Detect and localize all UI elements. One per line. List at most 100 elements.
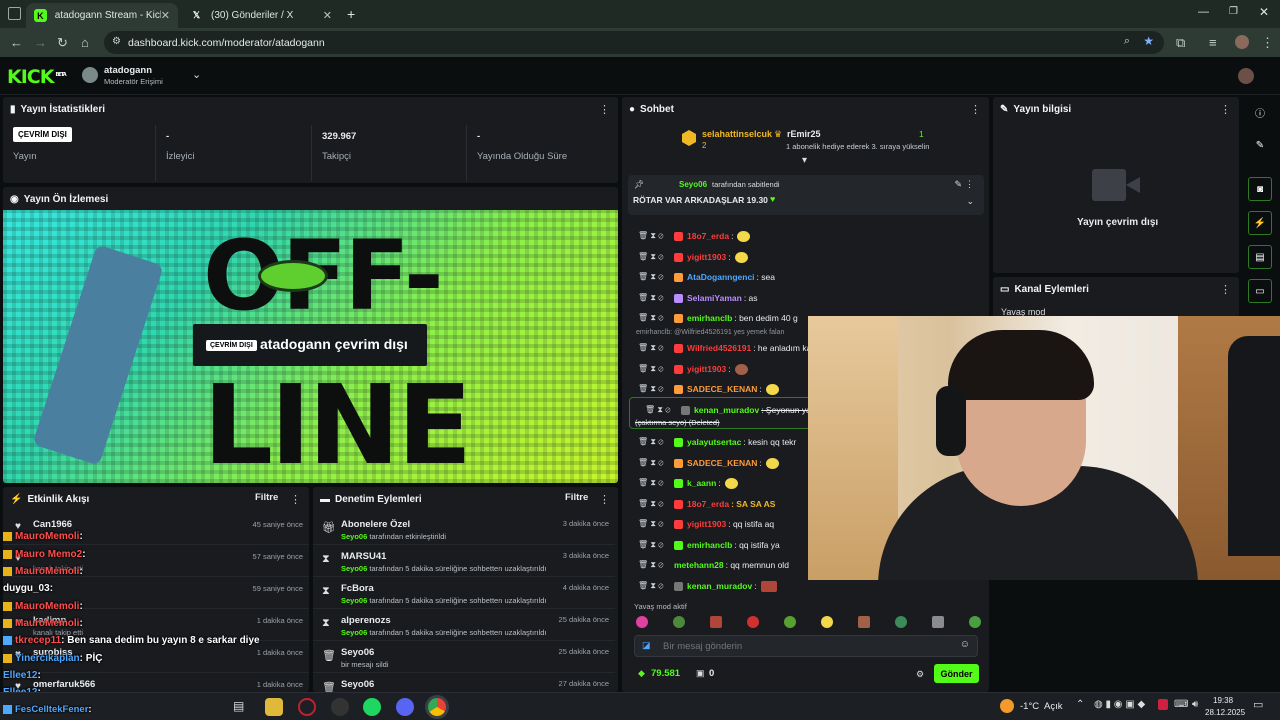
tab-x[interactable]: 𝕏 (30) Gönderiler / X ✕ [182,3,340,28]
mod-tools[interactable]: 🗑︎ ⧗ ⊘ [622,519,674,529]
chat-message[interactable]: 🗑︎ ⧗ ⊘ yigitt1903: [622,247,982,267]
more-options-icon[interactable]: ⋮ [965,179,974,190]
tray-chevron-icon[interactable]: ⌃ [1076,699,1084,710]
more-options-icon[interactable]: ⋮ [1220,283,1231,296]
document-icon[interactable]: ▤ [1248,245,1272,269]
weather-desc[interactable]: Açık [1044,701,1062,712]
task-view-icon[interactable]: ▤ [233,699,251,717]
mod-tools[interactable]: 🗑︎ ⧗ ⊘ [622,458,674,468]
mod-tools[interactable]: 🗑︎ ⧗ ⊘ [629,405,681,415]
chat-message[interactable]: 🗑︎ ⧗ ⊘ 18o7_erda: [622,226,982,246]
tab-list-icon[interactable] [8,7,21,20]
media-icon[interactable]: ≡ [1209,35,1217,50]
reload-icon[interactable]: ↻ [57,35,68,51]
send-button[interactable]: Gönder [934,664,979,683]
more-options-icon[interactable]: ⋮ [970,103,981,116]
mod-tools[interactable]: 🗑︎ ⧗ ⊘ [622,364,674,374]
mod-tools[interactable]: 🗑︎ ⧗ ⊘ [622,384,674,394]
network-icon[interactable]: ⌨ [1174,699,1188,710]
mod-tools[interactable]: 🗑︎ ⧗ ⊘ [622,293,674,303]
chat-input-box[interactable]: ◪ ☺ [634,635,978,657]
restore-icon[interactable]: ❐ [1229,6,1238,17]
mod-tools[interactable]: 🗑︎ ⧗ ⊘ [622,313,674,323]
notification-icon[interactable]: ▭ [1253,698,1263,711]
channel-points[interactable]: 79.581 [651,668,680,679]
settings-gear-icon[interactable]: ⚙ [916,669,924,680]
chevron-down-icon[interactable]: ⌄ [966,196,974,207]
extensions-icon[interactable]: ⧉ [1176,35,1185,51]
clock-time[interactable]: 19:38 [1213,696,1233,705]
app-icon[interactable] [298,698,316,716]
mod-tools[interactable]: 🗑︎ ⧗ ⊘ [622,581,674,591]
mod-tools[interactable]: 🗑︎ ⧗ ⊘ [622,272,674,282]
new-tab-icon[interactable]: + [347,6,355,22]
more-options-icon[interactable]: ⋮ [599,493,610,506]
bookmark-star-icon[interactable]: ★ [1143,34,1154,48]
emote-icon[interactable] [673,616,685,628]
more-options-icon[interactable]: ⋮ [599,103,610,116]
mod-tools[interactable]: 🗑︎ ⧗ ⊘ [622,343,674,353]
emote-icon[interactable] [747,616,759,628]
chevron-down-icon[interactable]: ⌄ [192,68,201,81]
more-options-icon[interactable]: ⋮ [290,493,301,506]
tab-kick-dashboard[interactable]: K atadogann Stream - Kick Dashb ✕ [26,3,178,28]
profile-avatar[interactable] [1235,35,1249,49]
emoji-picker-icon[interactable]: ☺ [960,639,970,650]
mod-tools[interactable]: 🗑︎ ⧗ ⊘ [622,231,674,241]
mod-tools[interactable]: 🗑︎ ⧗ ⊘ [622,252,674,262]
mod-tools[interactable]: 🗑︎ ⧗ ⊘ [622,540,674,550]
home-icon[interactable]: ⌂ [81,35,89,50]
emote-icon[interactable] [636,616,648,628]
more-options-icon[interactable]: ⋮ [1220,103,1231,116]
tray-icons[interactable]: ◍ ▮ ◉ ▣ ◆ [1094,699,1145,710]
emote-icon[interactable] [784,616,796,628]
tray-app-icon[interactable] [1158,699,1168,710]
edit-icon[interactable]: ✎ [1248,133,1272,157]
emote-icon[interactable] [969,616,981,628]
chat-icon[interactable]: ▭ [1248,279,1272,303]
emote-icon[interactable] [895,616,907,628]
unpin-icon[interactable]: ✎ [954,179,962,190]
user-avatar[interactable] [1238,68,1254,84]
filter-button[interactable]: Filtre [565,492,588,503]
zoom-icon[interactable]: ⌕ [1124,35,1130,48]
window-close-icon[interactable]: ✕ [1259,5,1269,19]
chevron-down-icon[interactable]: ▾ [802,155,807,166]
filter-button[interactable]: Filtre [255,492,278,503]
top-gifter-name[interactable]: selahattinselcuk [702,129,772,139]
mod-tools[interactable]: 🗑︎ ⧗ ⊘ [622,478,674,488]
url-field[interactable]: ⚙ dashboard.kick.com/moderator/atadogann… [104,31,1164,54]
chest-count[interactable]: 0 [709,668,714,679]
obs-icon[interactable] [331,698,349,716]
emote-icon[interactable] [710,616,722,628]
channel-name[interactable]: atadogann [104,65,152,76]
emote-icon[interactable] [932,616,944,628]
chat-input[interactable] [663,639,943,654]
camera-icon[interactable]: ◙ [1248,177,1272,201]
chrome-icon[interactable] [428,698,446,716]
emote-bar[interactable] [636,616,981,630]
spotify-icon[interactable] [363,698,381,716]
mod-tools[interactable]: 🗑︎ ⧗ ⊘ [622,499,674,509]
emote-icon[interactable] [821,616,833,628]
kick-logo[interactable]: KICK BETA [7,66,67,88]
mod-tools[interactable]: 🗑︎ ⧗ ⊘ [622,437,674,447]
back-icon[interactable]: ← [10,35,23,50]
chat-message[interactable]: 🗑︎ ⧗ ⊘ AtaDoganngenci: sea [622,267,982,287]
close-icon[interactable]: ✕ [161,9,170,22]
site-info-icon[interactable]: ⚙ [112,36,121,47]
emote-icon[interactable] [858,616,870,628]
forward-icon[interactable]: → [34,35,47,50]
weather-temp[interactable]: -1°C [1020,701,1039,712]
info-icon[interactable]: ⓘ [1248,100,1272,124]
file-explorer-icon[interactable] [265,698,283,716]
clock-date[interactable]: 28.12.2025 [1205,708,1245,717]
gift-event-name[interactable]: rEmir25 [787,129,821,139]
volume-icon[interactable]: 🔊︎ [1192,699,1198,710]
discord-icon[interactable] [396,698,414,716]
chat-message[interactable]: 🗑︎ ⧗ ⊘ SelamiYaman: as [622,288,982,308]
bolt-icon[interactable]: ⚡ [1248,211,1272,235]
minimize-icon[interactable]: — [1198,6,1209,18]
close-icon[interactable]: ✕ [323,9,332,22]
menu-dots-icon[interactable]: ⋮ [1261,35,1274,51]
